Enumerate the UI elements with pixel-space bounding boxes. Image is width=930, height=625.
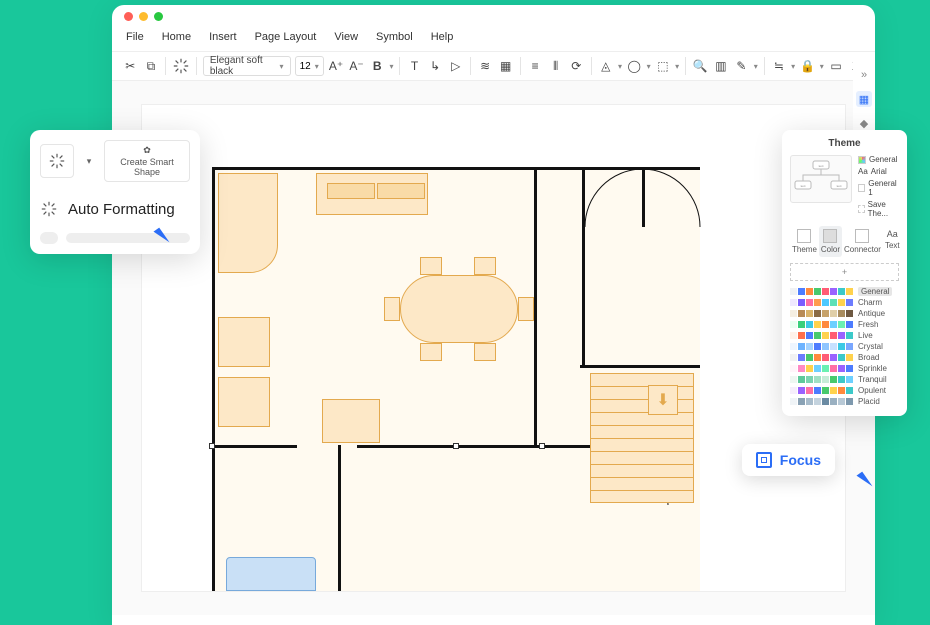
close-dot[interactable]: [124, 12, 133, 21]
font-decrease-icon[interactable]: A⁻: [348, 56, 365, 76]
theme-add-button[interactable]: +: [790, 263, 899, 281]
palette-row[interactable]: Antique: [790, 309, 899, 318]
crop-icon[interactable]: ⬚: [655, 56, 672, 76]
menu-help[interactable]: Help: [431, 31, 454, 43]
lock-icon[interactable]: 🔒: [799, 56, 816, 76]
auto-format-dropdown[interactable]: ▾: [82, 156, 96, 167]
chevron-down-icon: ▾: [280, 62, 284, 71]
palette-row[interactable]: Charm: [790, 298, 899, 307]
palette-row[interactable]: Broad: [790, 353, 899, 362]
pen-icon[interactable]: ✎: [733, 56, 750, 76]
focus-label: Focus: [780, 452, 821, 468]
palette-row[interactable]: Opulent: [790, 386, 899, 395]
palette-row[interactable]: Live: [790, 331, 899, 340]
palette-row[interactable]: Placid: [790, 397, 899, 406]
sofa: [226, 557, 316, 591]
sparkle-icon: [40, 200, 58, 218]
layers-icon[interactable]: ≋: [477, 56, 494, 76]
theme-opt-general1[interactable]: General 1: [858, 179, 899, 197]
font-increase-icon[interactable]: A⁺: [328, 56, 345, 76]
canvas-area[interactable]: ⬇: [112, 81, 875, 615]
theme-tabs: Theme Color Connector AaText: [790, 226, 899, 257]
theme-opt-general[interactable]: General: [858, 155, 899, 164]
theme-panel-title: Theme: [790, 136, 899, 155]
theme-panel: Theme text text text General AaArial Gener…: [782, 130, 907, 416]
font-select[interactable]: Elegant soft black▾: [203, 56, 291, 76]
palette-row[interactable]: Sprinkle: [790, 364, 899, 373]
minimize-dot[interactable]: [139, 12, 148, 21]
menu-symbol[interactable]: Symbol: [376, 31, 413, 43]
theme-tab-color[interactable]: Color: [819, 226, 842, 257]
distribute-icon[interactable]: ⫴: [547, 56, 564, 76]
svg-text:text: text: [837, 184, 842, 188]
page-icon[interactable]: ▭: [828, 56, 845, 76]
font-size-select[interactable]: 12▾: [295, 56, 324, 76]
palette-row[interactable]: Crystal: [790, 342, 899, 351]
smart-shape-icon: ✿: [143, 145, 151, 156]
svg-text:text: text: [801, 184, 806, 188]
palette-row[interactable]: General: [790, 287, 899, 296]
pointer-icon[interactable]: ▷: [447, 56, 464, 76]
theme-opt-font[interactable]: AaArial: [858, 167, 899, 176]
rotate-icon[interactable]: ⟳: [568, 56, 585, 76]
menu-home[interactable]: Home: [162, 31, 191, 43]
theme-opt-save[interactable]: Save The...: [858, 200, 899, 218]
menu-view[interactable]: View: [334, 31, 358, 43]
sidebar-expand-icon[interactable]: »: [856, 67, 872, 83]
auto-formatting-row[interactable]: Auto Formatting: [40, 200, 190, 218]
floor-plan: ⬇: [212, 167, 700, 591]
palette-list: General Charm Antique Fresh Live Crystal Broad…: [790, 287, 899, 406]
menu-page-layout[interactable]: Page Layout: [255, 31, 317, 43]
line-style-icon[interactable]: ≒: [771, 56, 788, 76]
outline-icon[interactable]: ◯: [626, 56, 643, 76]
zoom-dot[interactable]: [154, 12, 163, 21]
sidebar-canvas-icon[interactable]: ▦: [856, 91, 872, 107]
grid-icon[interactable]: ▦: [497, 56, 514, 76]
menu-insert[interactable]: Insert: [209, 31, 237, 43]
toolbar: ✂ ⧉ Elegant soft black▾ 12▾ A⁺ A⁻ B ▾ T …: [112, 51, 875, 81]
fill-icon[interactable]: ◬: [597, 56, 614, 76]
connector-icon[interactable]: ↳: [427, 56, 444, 76]
menubar: File Home Insert Page Layout View Symbol…: [112, 27, 875, 51]
theme-tab-text[interactable]: AaText: [883, 226, 902, 257]
focus-icon: [756, 452, 772, 468]
text-tool-icon[interactable]: T: [406, 56, 423, 76]
chart-icon[interactable]: ▥: [713, 56, 730, 76]
palette-row[interactable]: Tranquil: [790, 375, 899, 384]
theme-tab-theme[interactable]: Theme: [790, 226, 819, 257]
auto-formatting-label: Auto Formatting: [68, 201, 175, 218]
focus-callout[interactable]: Focus: [742, 444, 835, 476]
create-smart-shape-button[interactable]: ✿ Create Smart Shape: [104, 140, 190, 182]
copy-icon[interactable]: ⧉: [143, 56, 160, 76]
bold-icon[interactable]: B: [369, 56, 386, 76]
theme-preview[interactable]: text text text: [790, 155, 852, 203]
app-window: File Home Insert Page Layout View Symbol…: [112, 5, 875, 625]
window-titlebar: [112, 5, 875, 27]
theme-tab-connector[interactable]: Connector: [842, 226, 883, 257]
page[interactable]: ⬇: [142, 105, 845, 591]
palette-row[interactable]: Fresh: [790, 320, 899, 329]
sidebar-shape-icon[interactable]: ◆: [856, 115, 872, 131]
auto-format-icon[interactable]: [172, 56, 190, 76]
auto-format-popover: ▾ ✿ Create Smart Shape Auto Formatting: [30, 130, 200, 254]
menu-file[interactable]: File: [126, 31, 144, 43]
cut-icon[interactable]: ✂: [122, 56, 139, 76]
align-icon[interactable]: ≡: [527, 56, 544, 76]
auto-format-button[interactable]: [40, 144, 74, 178]
zoom-icon[interactable]: 🔍: [692, 56, 709, 76]
svg-text:text: text: [819, 164, 824, 168]
